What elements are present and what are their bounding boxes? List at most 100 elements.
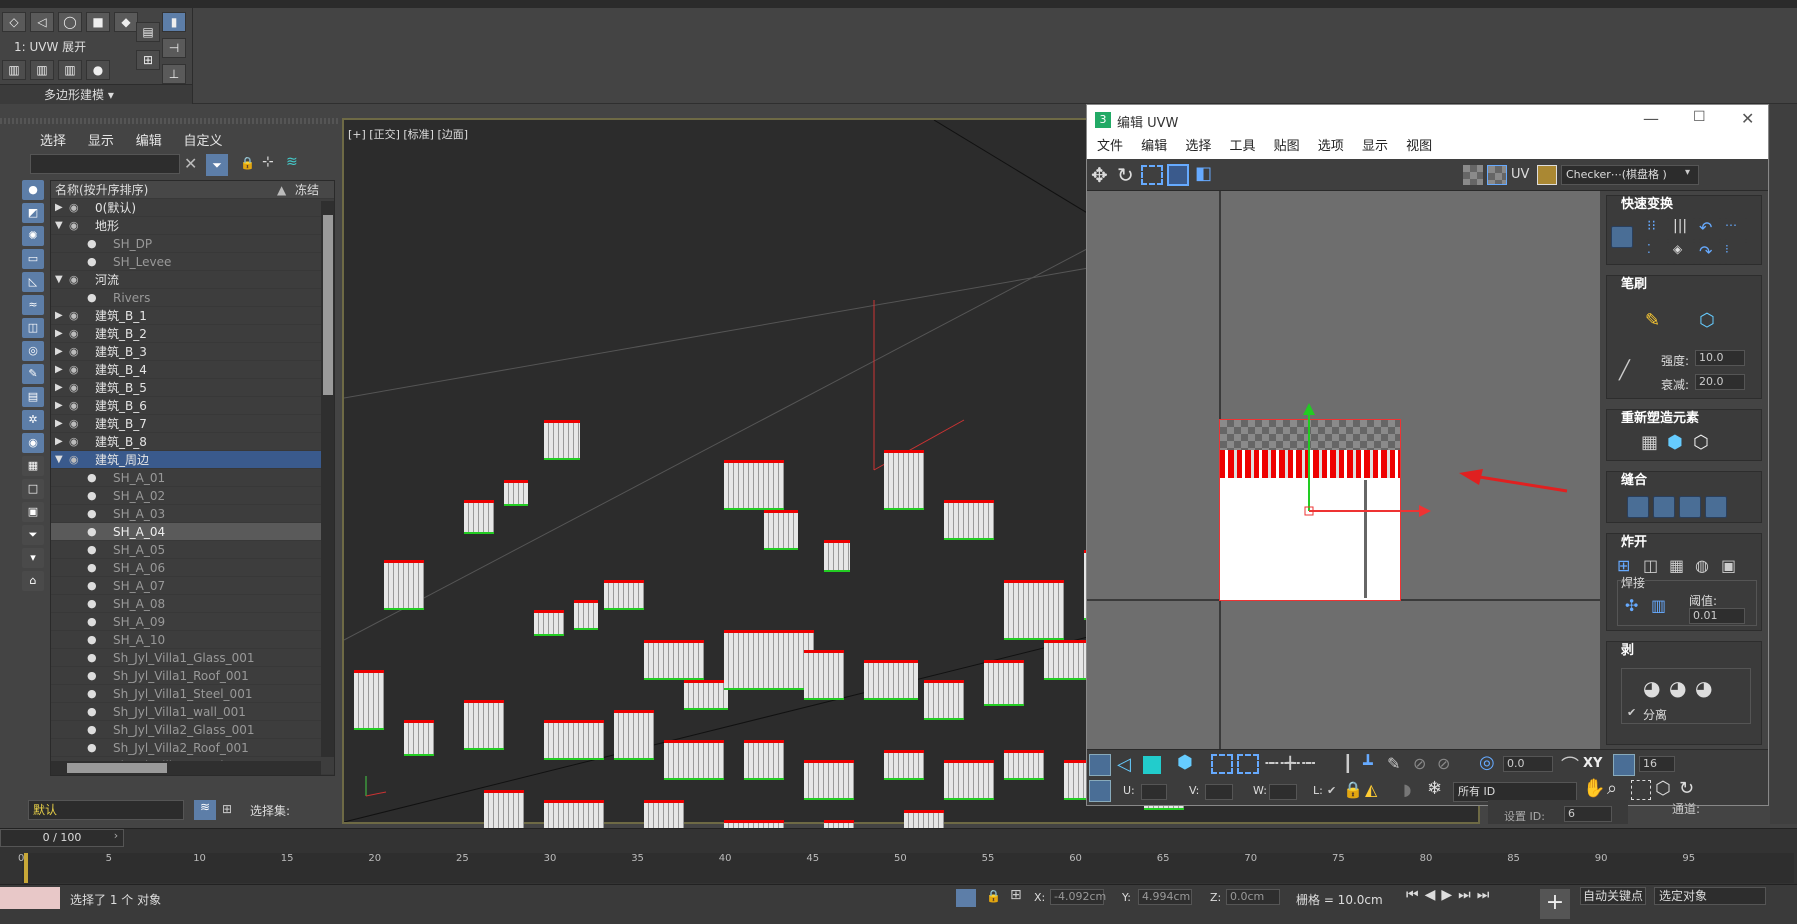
zoom-extents-icon[interactable]: ⬡ [1655, 778, 1671, 799]
element-mode-icon[interactable]: ◆ [114, 12, 138, 32]
space-horizontal-icon[interactable]: ||| [1673, 218, 1695, 240]
groups-filter-icon[interactable]: ◫ [22, 318, 44, 338]
helpers-filter-icon[interactable]: ◺ [22, 272, 44, 292]
relax-brush-icon[interactable]: ⬡ [1699, 310, 1715, 331]
quick-transform-title[interactable]: 快速变换 [1621, 197, 1673, 212]
spacewarps-filter-icon[interactable]: ≈ [22, 295, 44, 315]
checker-toggle-icon[interactable] [1487, 165, 1507, 185]
building-mesh[interactable] [764, 510, 798, 550]
element-icon[interactable]: ⬢ [1177, 752, 1193, 773]
expand-toggle-icon[interactable]: ▼ [55, 451, 63, 469]
building-mesh[interactable] [534, 610, 564, 636]
y-coord-input[interactable]: 4.994cm [1138, 889, 1192, 905]
visibility-eye-icon[interactable]: ◉ [69, 397, 79, 415]
expand-toggle-icon[interactable]: ▼ [55, 271, 63, 289]
building-mesh[interactable] [504, 480, 528, 506]
menu-tools[interactable]: 工具 [1229, 139, 1255, 154]
auto-key-button[interactable]: 自动关键点 [1580, 887, 1646, 905]
brush-select-icon[interactable]: ✎ [1387, 754, 1400, 773]
tree-row[interactable]: ▶ ◉ 建筑_B_8 [51, 433, 334, 451]
visibility-eye-icon[interactable]: ◉ [69, 433, 79, 451]
tree-row[interactable]: ▼ ◉ 建筑_周边 [51, 451, 334, 469]
tree-row[interactable]: ▶ ◉ 建筑_B_2 [51, 325, 334, 343]
stitch-custom-icon[interactable] [1705, 496, 1727, 518]
edge-subobject-icon[interactable]: ◁ [1117, 754, 1131, 775]
reset-peel-icon[interactable]: ◕ [1695, 676, 1712, 700]
absolute-mode-icon[interactable]: ⊞ [1010, 887, 1022, 903]
time-marker[interactable] [24, 853, 28, 883]
building-mesh[interactable] [944, 760, 994, 800]
mirror-icon[interactable]: ◧ [1195, 163, 1212, 184]
object-icon[interactable]: ● [87, 649, 97, 667]
frame-slider[interactable]: 0 / 100 [0, 829, 124, 847]
column-name-header[interactable]: 名称(按升序排序) [55, 181, 148, 199]
soft-selection-icon[interactable]: ◎ [1479, 752, 1495, 773]
uv-gizmo[interactable] [1087, 191, 1600, 749]
preview-multi-icon[interactable]: ▥ [58, 60, 82, 80]
building-mesh[interactable] [724, 630, 814, 690]
lights-filter-icon[interactable]: ✺ [22, 226, 44, 246]
xrefs-filter-icon[interactable]: ◎ [22, 341, 44, 361]
particles-filter-icon[interactable]: ✲ [22, 410, 44, 430]
tree-row[interactable]: ● Sh_Jyl_Villa1_Steel_001 [51, 685, 334, 703]
menu-select[interactable]: 选择 [40, 134, 66, 149]
stack-icon[interactable]: ▤ [136, 22, 160, 42]
tree-row[interactable]: ▶ ◉ 建筑_B_1 [51, 307, 334, 325]
reshape-title[interactable]: 重新塑造元素 [1621, 411, 1699, 426]
strength-input[interactable]: 10.0 [1695, 350, 1745, 366]
invert-display-icon[interactable]: ▣ [22, 502, 44, 522]
building-mesh[interactable] [864, 660, 918, 700]
menu-view[interactable]: 视图 [1406, 139, 1432, 154]
sort-by-hierarchy-icon[interactable]: ⊞ [222, 802, 232, 816]
vertex-mode-icon[interactable]: ◇ [2, 12, 26, 32]
threshold-input[interactable]: 0.01 [1689, 608, 1745, 624]
building-mesh[interactable] [984, 660, 1024, 706]
scale-icon[interactable] [1141, 165, 1163, 185]
remove-modifier-icon[interactable]: ⊥ [162, 64, 186, 84]
building-mesh[interactable] [724, 460, 784, 510]
object-icon[interactable]: ● [87, 613, 97, 631]
relax-icon[interactable]: ⋯ [1725, 218, 1747, 240]
relax-until-flat-icon[interactable]: ⬢ [1667, 432, 1683, 453]
loop-icons[interactable]: ╍╍ ╍╋╍ ╍╍ [1265, 756, 1315, 770]
tree-row[interactable]: ● SH_A_08 [51, 595, 334, 613]
tree-row[interactable]: ● SH_A_03 [51, 505, 334, 523]
tree-row[interactable]: ● SH_A_09 [51, 613, 334, 631]
break-icon[interactable]: ⊞ [1617, 556, 1630, 575]
grid-input[interactable]: 16 [1639, 756, 1675, 772]
tree-row[interactable]: ● Sh_Jyl_Villa1_Roof_001 [51, 667, 334, 685]
space-vertical-icon[interactable]: ◈ [1673, 242, 1695, 264]
polygon-mode-icon[interactable]: ■ [86, 12, 110, 32]
tree-row[interactable]: ● SH_A_10 [51, 631, 334, 649]
peel-title[interactable]: 剥 [1621, 643, 1634, 658]
flatten-by-material-icon[interactable]: ◍ [1695, 556, 1709, 575]
show-icon[interactable]: ◗ [1403, 780, 1411, 799]
zoom-region-icon[interactable] [1631, 780, 1651, 800]
tree-row[interactable]: ▶ ◉ 建筑_B_5 [51, 379, 334, 397]
building-mesh[interactable] [684, 680, 728, 710]
column-freeze-header[interactable]: 冻结 [295, 181, 319, 199]
building-mesh[interactable] [884, 450, 924, 510]
expand-toggle-icon[interactable]: ▶ [55, 433, 63, 451]
building-mesh[interactable] [464, 700, 504, 750]
tree-row[interactable]: ● Sh_Jyl_Villa2_Glass_001 [51, 721, 334, 739]
tree-row[interactable]: ● SH_A_04 [51, 523, 334, 541]
slider-next-icon[interactable]: › [108, 829, 124, 847]
uv-canvas[interactable] [1087, 191, 1600, 749]
angle-input[interactable]: 0.0 [1503, 756, 1553, 772]
visibility-eye-icon[interactable]: ◉ [69, 415, 79, 433]
building-mesh[interactable] [944, 500, 994, 540]
expand-toggle-icon[interactable]: ▶ [55, 343, 63, 361]
v-input[interactable] [1205, 784, 1233, 800]
expand-toggle-icon[interactable]: ▶ [55, 415, 63, 433]
building-mesh[interactable] [804, 650, 844, 700]
transform-mode-icon[interactable] [1089, 780, 1111, 802]
visibility-eye-icon[interactable]: ◉ [69, 325, 79, 343]
tree-scrollbar[interactable] [321, 201, 334, 757]
tree-row[interactable]: ▼ ◉ 地形 [51, 217, 334, 235]
zoom-icon[interactable]: ⌕ [1607, 778, 1617, 799]
grow-icon[interactable] [1211, 754, 1233, 774]
lock-selection-icon[interactable]: 🔒 [1343, 780, 1363, 799]
tree-row[interactable]: ▼ ◉ 河流 [51, 271, 334, 289]
tree-row[interactable]: ● Sh_Jyl_Villa2_Roof_001 [51, 739, 334, 757]
